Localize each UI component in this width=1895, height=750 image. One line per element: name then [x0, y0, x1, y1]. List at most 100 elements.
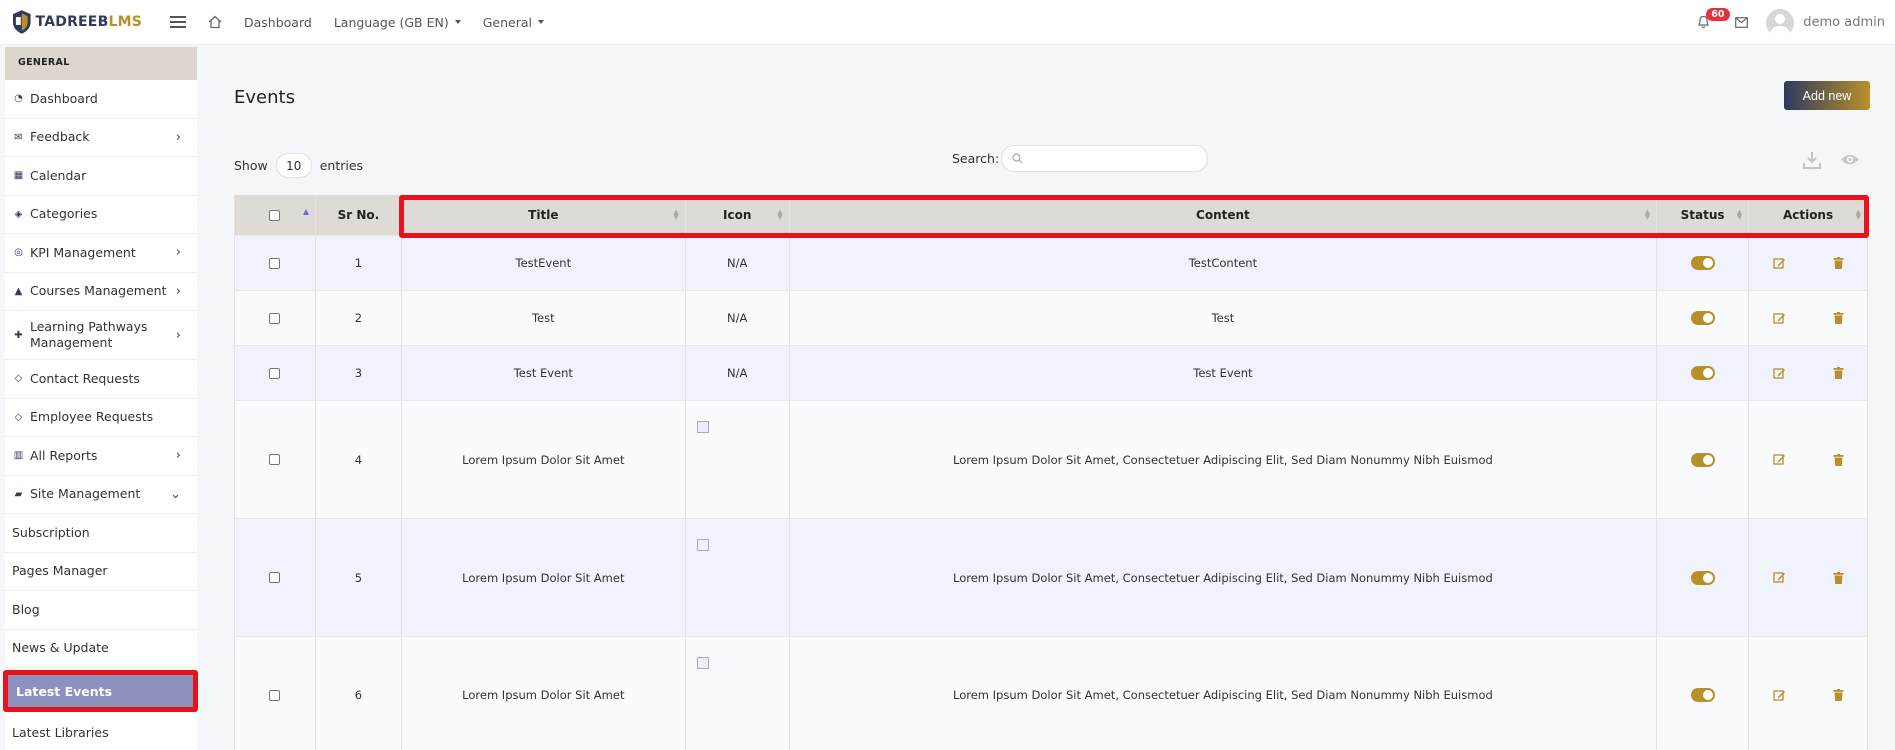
page-size-control: Show 10 entries — [234, 153, 363, 178]
sidebar-item-label: Pages Manager — [12, 563, 108, 579]
status-toggle[interactable] — [1690, 311, 1715, 325]
sidebar-item-calendar[interactable]: ▦ Calendar — [5, 157, 197, 196]
logo[interactable]: TADREEBLMS — [12, 9, 142, 35]
table-row: 1 TestEvent N/A TestContent — [235, 236, 1868, 291]
search-input[interactable] — [1001, 145, 1208, 172]
sidebar-item-contact-requests[interactable]: ◇ Contact Requests — [5, 360, 197, 399]
delete-icon[interactable] — [1833, 453, 1844, 466]
chevron-right-icon: › — [175, 283, 181, 299]
sidebar-item-latest-events[interactable]: Latest Events — [8, 675, 193, 707]
actions-cell — [1749, 401, 1868, 518]
delete-icon[interactable] — [1833, 312, 1844, 324]
mail-icon[interactable] — [1735, 17, 1749, 28]
events-table: Sr No. Title ▲ ▼ Icon ▲ ▼ Content ▲ ▼ Status ▲ ▼… — [234, 195, 1868, 750]
sidebar-item-label: News & Update — [12, 640, 109, 656]
content-cell: Test Event — [790, 346, 1658, 400]
column-header-content[interactable]: Content ▲ ▼ — [790, 195, 1658, 235]
edit-icon[interactable] — [1772, 571, 1786, 584]
edit-icon[interactable] — [1772, 312, 1786, 325]
sidebar-item-feedback[interactable]: ✉ Feedback › — [5, 119, 197, 157]
edit-icon[interactable] — [1772, 689, 1786, 702]
sidebar-item-kpi-management[interactable]: ◎ KPI Management › — [5, 234, 197, 273]
status-toggle[interactable] — [1690, 688, 1715, 702]
row-select-cell — [235, 519, 316, 636]
sidebar-item-label: Learning Pathways Management — [30, 319, 148, 350]
sr-no-cell: 6 — [316, 637, 402, 750]
notifications-button[interactable]: 60 — [1697, 7, 1730, 31]
sort-icon: ▲ ▼ — [777, 208, 783, 221]
edit-icon[interactable] — [1772, 257, 1786, 270]
sidebar-item-site-management[interactable]: ▰ Site Management ⌄ — [5, 476, 197, 514]
column-header-sr-no[interactable]: Sr No. — [316, 195, 402, 235]
user-name[interactable]: demo admin — [1803, 15, 1885, 30]
sort-asc-icon[interactable] — [302, 209, 309, 215]
status-toggle[interactable] — [1690, 256, 1715, 270]
eye-icon[interactable] — [1840, 153, 1860, 166]
status-cell — [1657, 519, 1750, 636]
sidebar-item-courses-management[interactable]: ▲ Courses Management › — [5, 273, 197, 311]
sr-no-cell: 3 — [316, 346, 402, 400]
row-checkbox[interactable] — [269, 572, 281, 583]
sidebar-item-blog[interactable]: Blog — [5, 591, 197, 630]
column-header-actions[interactable]: Actions ▲ ▼ — [1749, 195, 1868, 235]
folder-icon: ▰ — [14, 488, 23, 500]
row-checkbox[interactable] — [269, 312, 281, 324]
status-toggle[interactable] — [1690, 570, 1715, 585]
chevron-right-icon: › — [175, 129, 181, 145]
page-size-select[interactable]: 10 — [275, 153, 312, 178]
select-all-checkbox[interactable] — [269, 209, 281, 221]
sidebar-item-latest-events-highlight: Latest Events — [3, 670, 198, 712]
row-select-cell — [235, 346, 316, 400]
nav-dashboard[interactable]: Dashboard — [244, 15, 312, 30]
edit-icon[interactable] — [1772, 453, 1786, 466]
edit-icon[interactable] — [1772, 367, 1786, 380]
row-select-cell — [235, 291, 316, 345]
home-icon[interactable] — [208, 15, 222, 29]
sidebar-item-learning-pathways-management[interactable]: ✚ Learning Pathways Management › — [5, 311, 197, 360]
row-checkbox[interactable] — [269, 454, 281, 465]
icon-cell: N/A — [686, 291, 790, 345]
sidebar-item-employee-requests[interactable]: ◇ Employee Requests — [5, 399, 197, 437]
column-header-title[interactable]: Title ▲ ▼ — [402, 195, 686, 235]
sidebar-item-label: Calendar — [30, 167, 87, 183]
delete-icon[interactable] — [1833, 689, 1844, 701]
sidebar-item-label: Dashboard — [30, 90, 98, 106]
menu-toggle-icon[interactable] — [170, 13, 186, 31]
comments-icon: ✉ — [14, 131, 23, 143]
status-cell — [1657, 236, 1750, 290]
sidebar-item-subscription[interactable]: Subscription — [5, 514, 197, 553]
column-header-icon[interactable]: Icon ▲ ▼ — [686, 195, 790, 235]
sidebar-item-label: Blog — [12, 601, 40, 617]
sidebar-item-dashboard[interactable]: ◔ Dashboard — [5, 80, 197, 119]
status-toggle[interactable] — [1690, 366, 1715, 380]
sidebar-item-label: All Reports — [30, 447, 98, 463]
row-checkbox[interactable] — [269, 257, 281, 269]
sidebar-item-all-reports[interactable]: ▥ All Reports › — [5, 437, 197, 476]
nav-language-dropdown[interactable]: Language (GB EN) — [334, 15, 461, 30]
delete-icon[interactable] — [1833, 367, 1844, 379]
sidebar-item-label: KPI Management — [30, 244, 136, 260]
icon-cell: N/A — [686, 236, 790, 290]
actions-cell — [1749, 291, 1868, 345]
sidebar-item-latest-libraries[interactable]: Latest Libraries — [5, 714, 197, 750]
user-avatar[interactable] — [1766, 8, 1795, 37]
delete-icon[interactable] — [1833, 257, 1844, 269]
sr-no-cell: 4 — [316, 401, 402, 518]
title-cell: Test Event — [402, 346, 686, 400]
status-toggle[interactable] — [1690, 452, 1715, 467]
row-checkbox[interactable] — [269, 367, 281, 379]
delete-icon[interactable] — [1833, 571, 1844, 584]
sr-no-cell: 5 — [316, 519, 402, 636]
sidebar-item-pages-manager[interactable]: Pages Manager — [5, 553, 197, 591]
sidebar-item-news-update[interactable]: News & Update — [5, 630, 197, 668]
row-checkbox[interactable] — [269, 689, 281, 701]
nav-general-dropdown[interactable]: General — [483, 15, 544, 30]
add-new-button[interactable]: Add new — [1784, 81, 1870, 110]
sidebar-item-categories[interactable]: ◈ Categories — [5, 196, 197, 234]
select-all-cell — [235, 195, 316, 235]
page-title: Events — [234, 87, 295, 108]
sort-icon: ▲ ▼ — [1855, 208, 1861, 221]
column-header-status[interactable]: Status ▲ ▼ — [1657, 195, 1750, 235]
table-row: 4 Lorem Ipsum Dolor Sit Amet Lorem Ipsum D… — [235, 401, 1868, 519]
download-icon[interactable] — [1803, 151, 1821, 169]
